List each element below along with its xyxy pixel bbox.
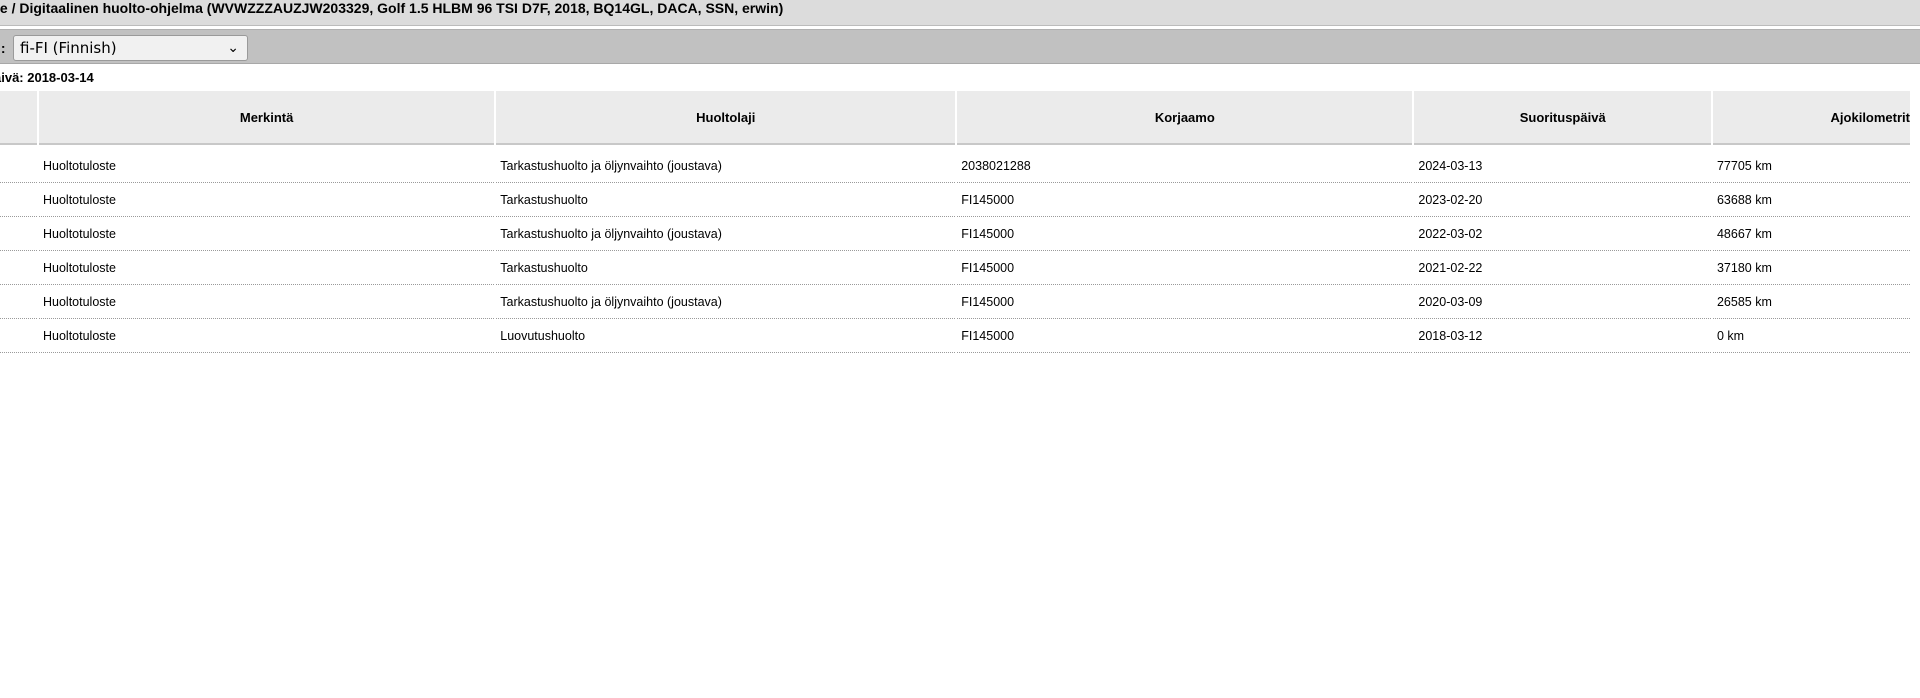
- table-row[interactable]: Huoltotuloste Tarkastushuolto ja öljynva…: [0, 217, 1910, 251]
- column-header-select[interactable]: [0, 91, 37, 145]
- huoltolaji-cell: Tarkastushuolto ja öljynvaihto (joustava…: [496, 217, 956, 251]
- window-title: le / Digitaalinen huolto-ohjelma (WVWZZZ…: [0, 0, 784, 16]
- huoltolaji-cell: Tarkastushuolto ja öljynvaihto (joustava…: [496, 145, 956, 183]
- column-header-ajokilometrit[interactable]: Ajokilometrit: [1712, 91, 1910, 145]
- window-title-bar: le / Digitaalinen huolto-ohjelma (WVWZZZ…: [0, 0, 1920, 26]
- suorituspaiva-cell: 2020-03-09: [1414, 285, 1711, 319]
- merkinta-cell: Huoltotuloste: [38, 319, 495, 353]
- korjaamo-cell: FI145000: [957, 319, 1413, 353]
- suorituspaiva-cell: 2023-02-20: [1414, 183, 1711, 217]
- table-row[interactable]: Huoltotuloste Tarkastushuolto FI145000 2…: [0, 251, 1910, 285]
- ajokilometrit-cell: 0 km: [1712, 319, 1910, 353]
- suorituspaiva-cell: 2018-03-12: [1414, 319, 1711, 353]
- korjaamo-cell: FI145000: [957, 217, 1413, 251]
- huoltolaji-cell: Tarkastushuolto: [496, 183, 956, 217]
- row-select-cell: [0, 251, 37, 285]
- huoltolaji-cell: Tarkastushuolto: [496, 251, 956, 285]
- chevron-down-icon: ⌄: [227, 40, 239, 56]
- suorituspaiva-cell: 2022-03-02: [1414, 217, 1711, 251]
- table-row[interactable]: Huoltotuloste Tarkastushuolto ja öljynva…: [0, 145, 1910, 183]
- row-select-cell: [0, 183, 37, 217]
- merkinta-cell: Huoltotuloste: [38, 217, 495, 251]
- merkinta-cell: Huoltotuloste: [38, 251, 495, 285]
- korjaamo-cell: FI145000: [957, 285, 1413, 319]
- ajokilometrit-cell: 26585 km: [1712, 285, 1910, 319]
- table-row[interactable]: Huoltotuloste Luovutushuolto FI145000 20…: [0, 319, 1910, 353]
- korjaamo-cell: 2038021288: [957, 145, 1413, 183]
- table-header-row: Merkintä Huoltolaji Korjaamo Suorituspäi…: [0, 91, 1910, 145]
- row-select-cell: [0, 145, 37, 183]
- ajokilometrit-cell: 77705 km: [1712, 145, 1910, 183]
- korjaamo-cell: FI145000: [957, 183, 1413, 217]
- suorituspaiva-cell: 2024-03-13: [1414, 145, 1711, 183]
- service-history-table: Merkintä Huoltolaji Korjaamo Suorituspäi…: [0, 91, 1912, 353]
- language-select-value: fi-FI (Finnish): [20, 39, 117, 57]
- ajokilometrit-cell: 63688 km: [1712, 183, 1910, 217]
- suorituspaiva-cell: 2021-02-22: [1414, 251, 1711, 285]
- language-label: i:: [0, 40, 6, 56]
- huoltolaji-cell: Luovutushuolto: [496, 319, 956, 353]
- table-row[interactable]: Huoltotuloste Tarkastushuolto ja öljynva…: [0, 285, 1910, 319]
- merkinta-cell: Huoltotuloste: [38, 285, 495, 319]
- huoltolaji-cell: Tarkastushuolto ja öljynvaihto (joustava…: [496, 285, 956, 319]
- date-label: äivä: 2018-03-14: [0, 70, 94, 85]
- ajokilometrit-cell: 48667 km: [1712, 217, 1910, 251]
- table-row[interactable]: Huoltotuloste Tarkastushuolto FI145000 2…: [0, 183, 1910, 217]
- korjaamo-cell: FI145000: [957, 251, 1413, 285]
- row-select-cell: [0, 319, 37, 353]
- language-toolbar: i: fi-FI (Finnish) ⌄: [0, 29, 1920, 64]
- column-header-huoltolaji[interactable]: Huoltolaji: [496, 91, 956, 145]
- ajokilometrit-cell: 37180 km: [1712, 251, 1910, 285]
- merkinta-cell: Huoltotuloste: [38, 145, 495, 183]
- column-header-korjaamo[interactable]: Korjaamo: [957, 91, 1413, 145]
- column-header-suorituspaiva[interactable]: Suorituspäivä: [1414, 91, 1711, 145]
- column-header-merkinta[interactable]: Merkintä: [38, 91, 495, 145]
- language-select[interactable]: fi-FI (Finnish) ⌄: [13, 35, 248, 61]
- row-select-cell: [0, 285, 37, 319]
- merkinta-cell: Huoltotuloste: [38, 183, 495, 217]
- row-select-cell: [0, 217, 37, 251]
